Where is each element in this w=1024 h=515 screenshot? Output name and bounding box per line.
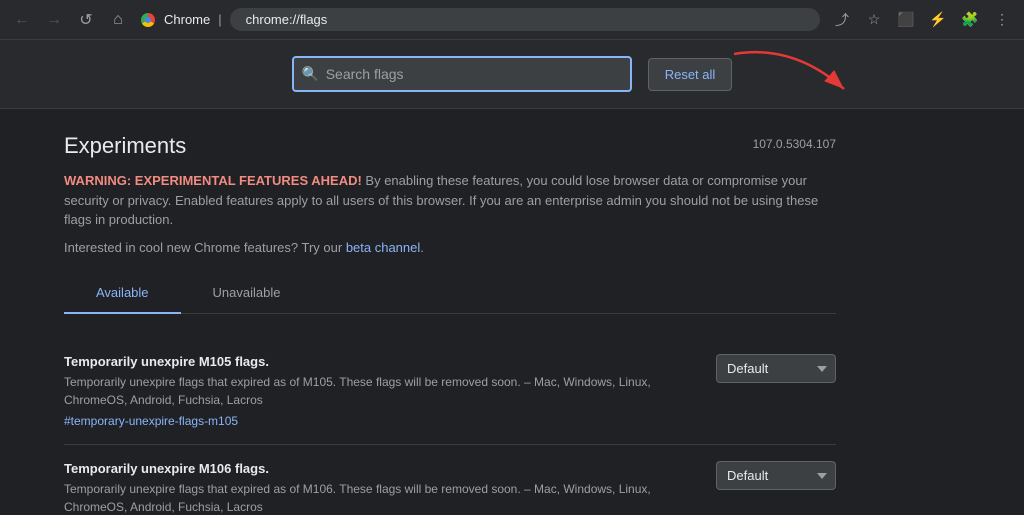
browser-actions: ⤴ ☆ ⬛ ⚡ 🧩 ⋮ [828,6,1016,34]
search-bar: 🔍 Reset all [0,40,1024,109]
page-title: Experiments [64,133,186,159]
flag-control-m106[interactable]: Default Enabled Disabled [716,461,836,490]
flag-link-m105[interactable]: #temporary-unexpire-flags-m105 [64,414,238,428]
beta-channel-link[interactable]: beta channel [346,240,420,255]
flag-select-m105[interactable]: Default Enabled Disabled [716,354,836,383]
chrome-logo-icon [140,12,156,28]
menu-button[interactable]: ⋮ [988,6,1016,34]
flag-title-m105: Temporarily unexpire M105 flags. [64,354,692,369]
address-input[interactable] [230,8,820,31]
warning-banner: WARNING: EXPERIMENTAL FEATURES AHEAD! By… [64,171,836,257]
beta-intro: Interested in cool new Chrome features? … [64,240,346,255]
tab-available[interactable]: Available [64,273,181,314]
nav-buttons: ← → ↺ ⌂ [8,6,132,34]
flag-info-m105: Temporarily unexpire M105 flags. Tempora… [64,354,692,428]
search-icon: 🔍 [302,66,319,83]
arrow-annotation [734,44,854,104]
flag-item-m106: Temporarily unexpire M106 flags. Tempora… [64,445,836,515]
flag-control-m105[interactable]: Default Enabled Disabled [716,354,836,383]
search-wrapper: 🔍 [292,56,632,92]
extension-button[interactable]: ⬛ [892,6,920,34]
home-button[interactable]: ⌂ [104,6,132,34]
flag-desc-m105: Temporarily unexpire flags that expired … [64,373,692,409]
reload-button[interactable]: ↺ [72,6,100,34]
flag-select-m106[interactable]: Default Enabled Disabled [716,461,836,490]
beta-suffix: . [420,240,424,255]
search-input[interactable] [292,56,632,92]
warning-text: WARNING: EXPERIMENTAL FEATURES AHEAD! By… [64,171,836,230]
flag-title-m106: Temporarily unexpire M106 flags. [64,461,692,476]
tab-unavailable[interactable]: Unavailable [181,273,313,314]
beta-channel-text: Interested in cool new Chrome features? … [64,238,836,258]
puzzle-button[interactable]: 🧩 [956,6,984,34]
lightning-button[interactable]: ⚡ [924,6,952,34]
browser-chrome: ← → ↺ ⌂ Chrome | ⤴ ☆ ⬛ ⚡ 🧩 ⋮ [0,0,1024,40]
chrome-label: Chrome [164,12,210,27]
flags-main: Experiments 107.0.5304.107 WARNING: EXPE… [0,109,900,515]
forward-button[interactable]: → [40,6,68,34]
flag-desc-m106: Temporarily unexpire flags that expired … [64,480,692,515]
version-text: 107.0.5304.107 [753,137,836,151]
bookmark-button[interactable]: ☆ [860,6,888,34]
share-button[interactable]: ⤴ [828,6,856,34]
address-bar-area: Chrome | [140,8,820,31]
experiments-header: Experiments 107.0.5304.107 [64,133,836,159]
tabs-container: Available Unavailable [64,273,836,314]
back-button[interactable]: ← [8,6,36,34]
reset-all-button[interactable]: Reset all [648,58,733,91]
separator: | [218,12,221,27]
flag-item-m105: Temporarily unexpire M105 flags. Tempora… [64,338,836,445]
flag-info-m106: Temporarily unexpire M106 flags. Tempora… [64,461,692,515]
page-content: 🔍 Reset all Experiments 107.0.5304.107 W… [0,40,1024,515]
warning-bold-text: WARNING: EXPERIMENTAL FEATURES AHEAD! [64,173,362,188]
